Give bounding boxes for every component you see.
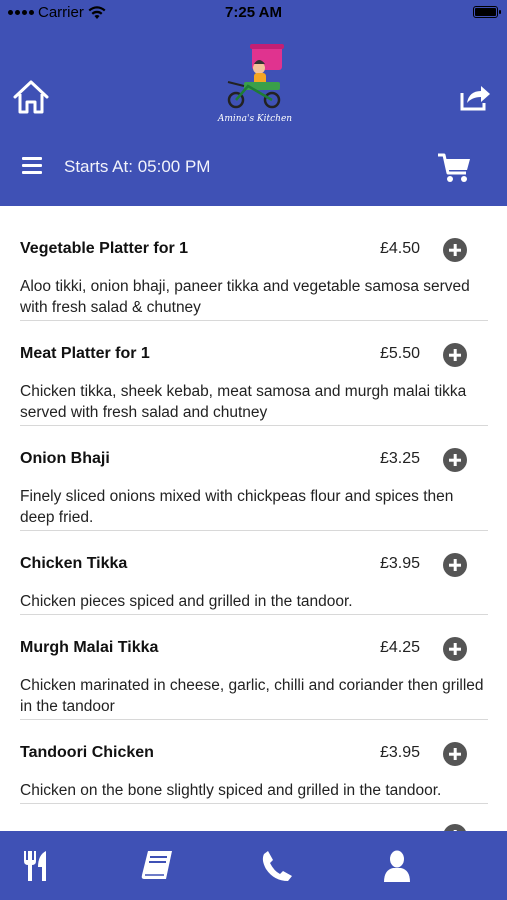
hamburger-menu-icon[interactable] (22, 157, 44, 175)
item-price: £4.25 (380, 639, 421, 656)
item-name: Onion Bhaji (20, 450, 110, 467)
bottom-tab-bar (0, 831, 507, 900)
item-price: £4.50 (380, 240, 421, 257)
add-item-button[interactable] (443, 637, 467, 661)
app-header: Carrier 7:25 AM Amina's Kitchen Starts A… (0, 0, 507, 206)
menu-item[interactable]: Onion Bhaji £3.25 Finely sliced onions m… (20, 426, 488, 531)
item-price: £3.95 (380, 555, 421, 572)
item-description: Aloo tikki, onion bhaji, paneer tikka an… (20, 278, 470, 316)
item-price: £3.95 (380, 744, 421, 761)
add-item-button[interactable] (443, 238, 467, 262)
phone-icon[interactable] (260, 849, 294, 883)
book-icon[interactable] (140, 849, 174, 883)
item-name: Vegetable Platter for 1 (20, 240, 189, 257)
menu-item[interactable]: Murgh Malai Tikka £4.25 Chicken marinate… (20, 615, 488, 720)
item-description: Chicken marinated in cheese, garlic, chi… (20, 677, 484, 715)
item-name: Murgh Malai Tikka (20, 639, 159, 656)
item-price: £5.50 (380, 345, 421, 362)
share-icon[interactable] (459, 83, 491, 111)
item-price: £3.25 (380, 450, 421, 467)
add-item-button[interactable] (443, 824, 467, 831)
add-item-button[interactable] (443, 448, 467, 472)
add-item-button[interactable] (443, 343, 467, 367)
add-item-button[interactable] (443, 742, 467, 766)
cart-icon[interactable] (437, 152, 471, 184)
battery-icon (473, 6, 501, 18)
item-description: Chicken pieces spiced and grilled in the… (20, 593, 353, 610)
menu-item[interactable]: Vegetable Platter for 1 £4.50 Aloo tikki… (20, 206, 488, 321)
item-name: Meat Platter for 1 (20, 345, 150, 362)
item-description: Chicken on the bone slightly spiced and … (20, 782, 442, 799)
status-bar: Carrier 7:25 AM (0, 0, 507, 26)
menu-item[interactable]: Chicken Tikka £3.95 Chicken pieces spice… (20, 531, 488, 615)
logo-text: Amina's Kitchen (217, 114, 293, 124)
item-description: Finely sliced onions mixed with chickpea… (20, 488, 454, 526)
menu-item[interactable]: Tandoori Chicken £3.95 Chicken on the bo… (20, 720, 488, 804)
menu-list[interactable]: Vegetable Platter for 1 £4.50 Aloo tikki… (0, 206, 507, 831)
add-item-button[interactable] (443, 553, 467, 577)
menu-item[interactable]: Meat Platter for 1 £5.50 Chicken tikka, … (20, 321, 488, 426)
item-description: Chicken tikka, sheek kebab, meat samosa … (20, 383, 467, 421)
starts-at-label: Starts At: 05:00 PM (64, 157, 211, 176)
home-icon[interactable] (12, 78, 50, 116)
item-name: Chicken Tikka (20, 555, 128, 572)
user-icon[interactable] (380, 849, 414, 883)
item-name: Tandoori Chicken (20, 744, 154, 761)
status-time: 7:25 AM (225, 4, 282, 21)
cutlery-icon[interactable] (20, 849, 54, 883)
